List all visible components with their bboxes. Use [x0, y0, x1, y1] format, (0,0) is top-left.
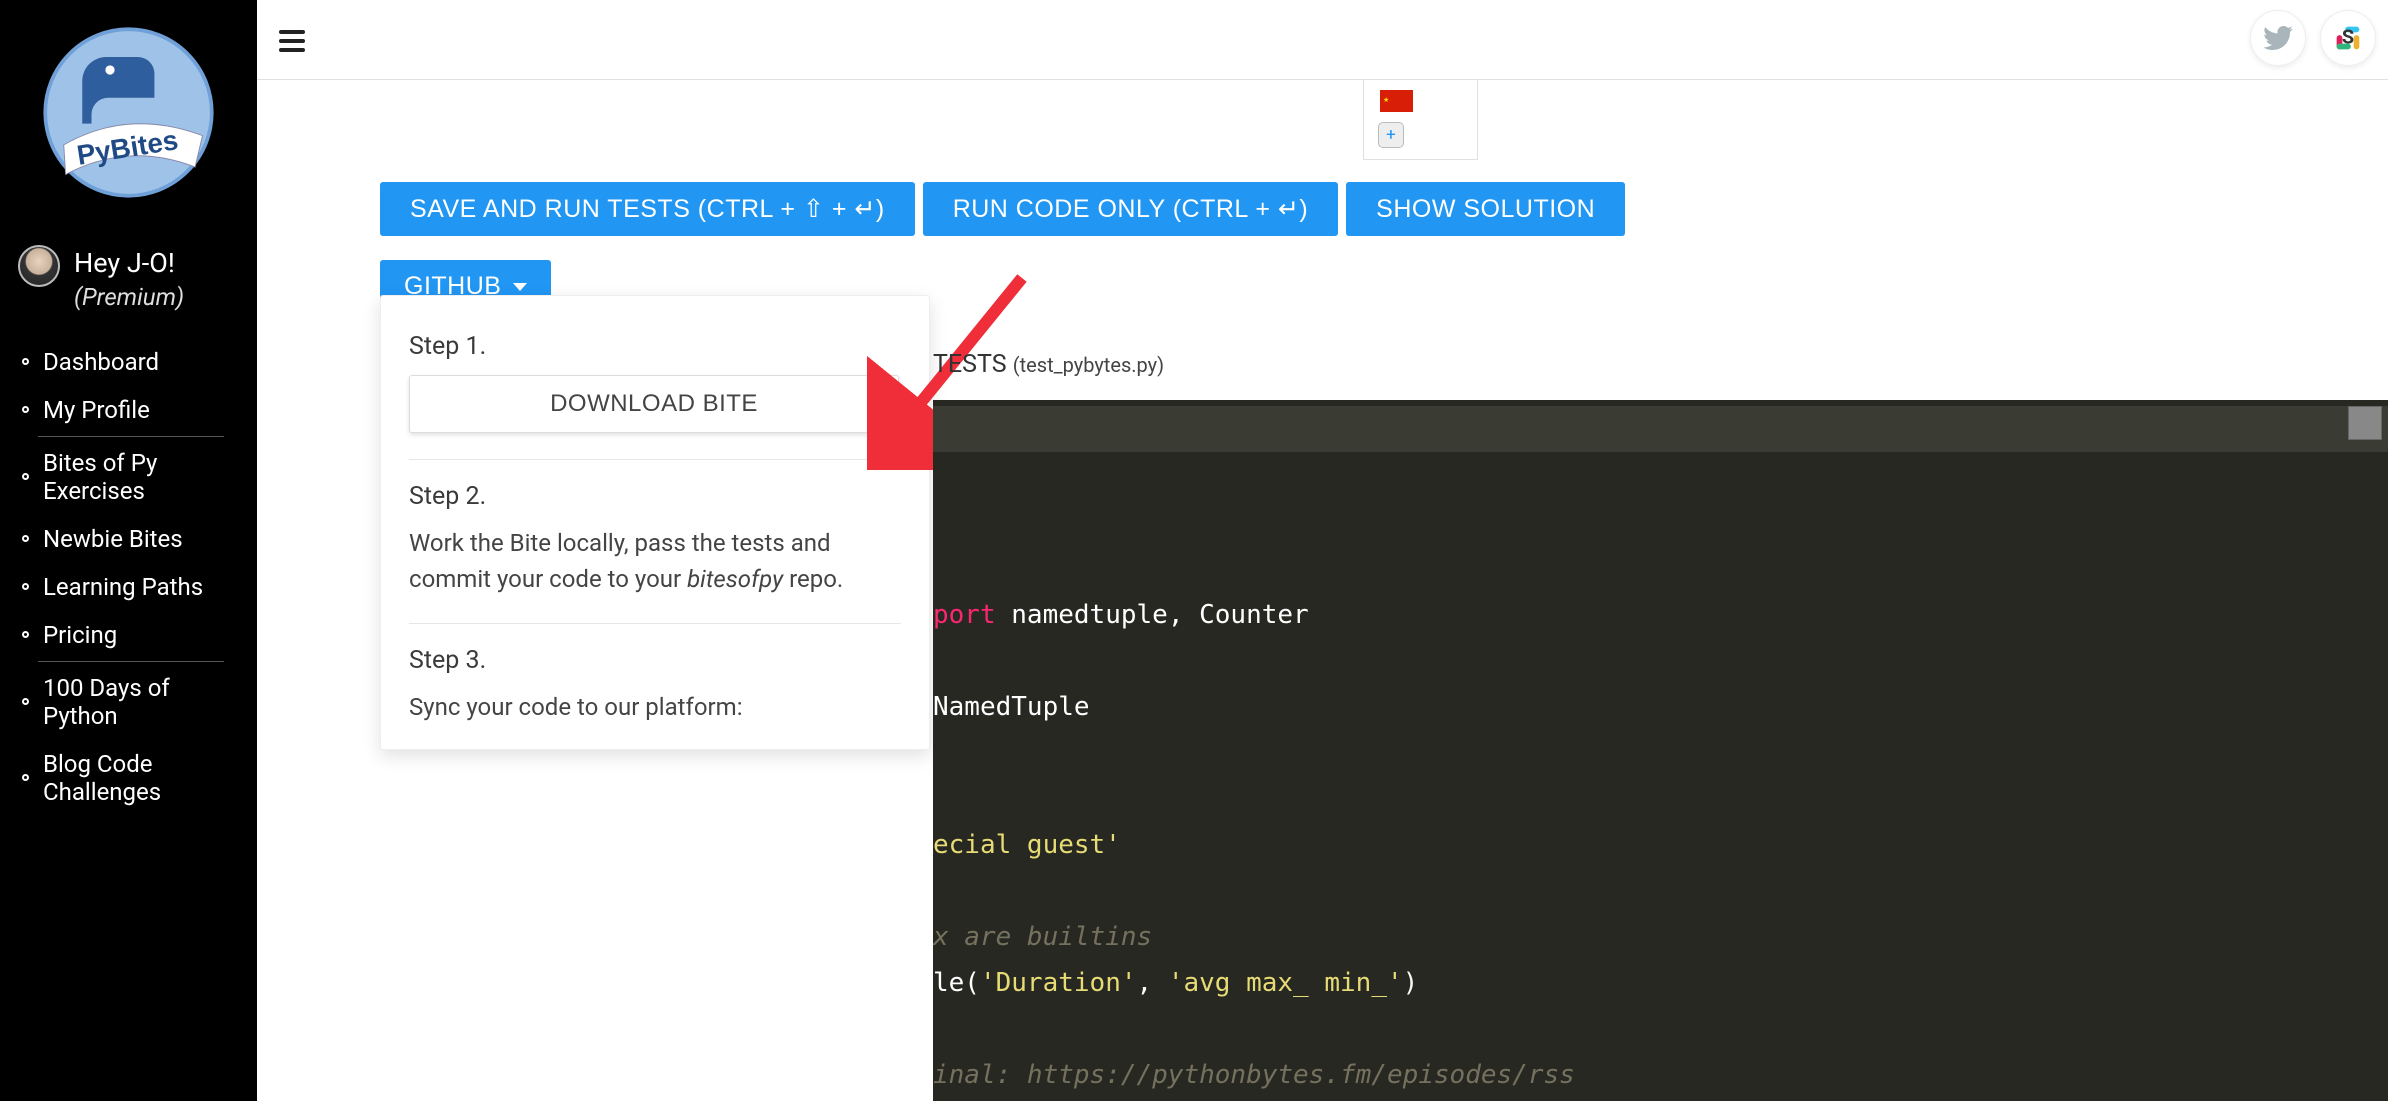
step3-heading: Step 3.	[409, 646, 901, 675]
slack-link[interactable]: S	[2320, 10, 2376, 66]
save-and-run-tests-button[interactable]: SAVE AND RUN TESTS (CTRL + ⇧ + ↵)	[380, 182, 915, 236]
nav-divider	[38, 661, 224, 662]
sidebar-item-label: Newbie Bites	[43, 525, 183, 553]
main-content: ★ + SAVE AND RUN TESTS (CTRL + ⇧ + ↵) RU…	[257, 80, 2388, 1101]
plus-label: +	[1386, 125, 1396, 145]
sidebar-item-100-days[interactable]: 100 Days of Python	[0, 664, 257, 740]
tests-filename: (test_pybytes.py)	[1013, 353, 1164, 377]
user-tier: (Premium)	[74, 281, 184, 313]
github-dropdown-panel: Step 1. DOWNLOAD BITE Step 2. Work the B…	[380, 295, 930, 750]
sidebar-item-label: My Profile	[43, 396, 150, 424]
step1-heading: Step 1.	[409, 332, 901, 361]
sidebar-item-label: Bites of Py Exercises	[43, 449, 245, 505]
tests-label-text: TESTS	[933, 350, 1013, 379]
user-tier-label: Premium	[82, 283, 176, 311]
twitter-icon	[2262, 22, 2294, 54]
step3-text: Sync your code to our platform:	[409, 689, 901, 725]
download-bite-button[interactable]: DOWNLOAD BITE	[409, 375, 899, 433]
sidebar-item-newbie-bites[interactable]: Newbie Bites	[0, 515, 257, 563]
pybites-logo-icon: PyBites	[36, 20, 221, 205]
brand-logo[interactable]: PyBites	[0, 20, 257, 205]
step2-post: repo.	[783, 565, 843, 593]
user-greeting: Hey J-O!	[74, 245, 184, 281]
code-content: port namedtuple, Counter NamedTuple ecia…	[933, 592, 2388, 1101]
language-card: ★ +	[1363, 80, 1478, 160]
twitter-link[interactable]	[2250, 10, 2306, 66]
nav-divider	[38, 436, 224, 437]
sidebar-item-blog-challenges[interactable]: Blog Code Challenges	[0, 740, 257, 816]
copy-icon[interactable]	[2348, 406, 2382, 440]
sidebar-item-learning-paths[interactable]: Learning Paths	[0, 563, 257, 611]
dropdown-divider	[409, 459, 901, 460]
run-code-only-button[interactable]: RUN CODE ONLY (CTRL + ↵)	[923, 182, 1338, 236]
tests-header: TESTS (test_pybytes.py)	[933, 350, 1164, 379]
sidebar-item-label: 100 Days of Python	[43, 674, 245, 730]
menu-toggle-button[interactable]	[279, 30, 305, 52]
sidebar-item-dashboard[interactable]: Dashboard	[0, 338, 257, 386]
sidebar-item-my-profile[interactable]: My Profile	[0, 386, 257, 434]
sidebar-item-pricing[interactable]: Pricing	[0, 611, 257, 659]
show-solution-button[interactable]: SHOW SOLUTION	[1346, 182, 1625, 236]
sidebar: PyBites Hey J-O! (Premium) Dashboard My …	[0, 0, 257, 1101]
avatar[interactable]	[18, 245, 60, 287]
china-flag-icon[interactable]: ★	[1380, 90, 1413, 112]
sidebar-item-bites-of-py[interactable]: Bites of Py Exercises	[0, 439, 257, 515]
code-editor[interactable]: port namedtuple, Counter NamedTuple ecia…	[933, 400, 2388, 1101]
add-language-button[interactable]: +	[1378, 122, 1404, 148]
step2-text: Work the Bite locally, pass the tests an…	[409, 525, 901, 597]
sidebar-item-label: Pricing	[43, 621, 117, 649]
slack-icon: S	[2331, 21, 2365, 55]
dropdown-divider	[409, 623, 901, 624]
topbar: S	[257, 0, 2388, 80]
sidebar-item-label: Dashboard	[43, 348, 159, 376]
sidebar-item-label: Blog Code Challenges	[43, 750, 245, 806]
svg-text:S: S	[2342, 26, 2354, 49]
editor-highlighted-line	[933, 406, 2388, 452]
step2-repo-name: bitesofpy	[687, 565, 783, 593]
user-block: Hey J-O! (Premium)	[0, 245, 257, 338]
sidebar-item-label: Learning Paths	[43, 573, 203, 601]
chevron-down-icon	[513, 283, 527, 291]
sidebar-nav: Dashboard My Profile Bites of Py Exercis…	[0, 338, 257, 816]
step2-heading: Step 2.	[409, 482, 901, 511]
